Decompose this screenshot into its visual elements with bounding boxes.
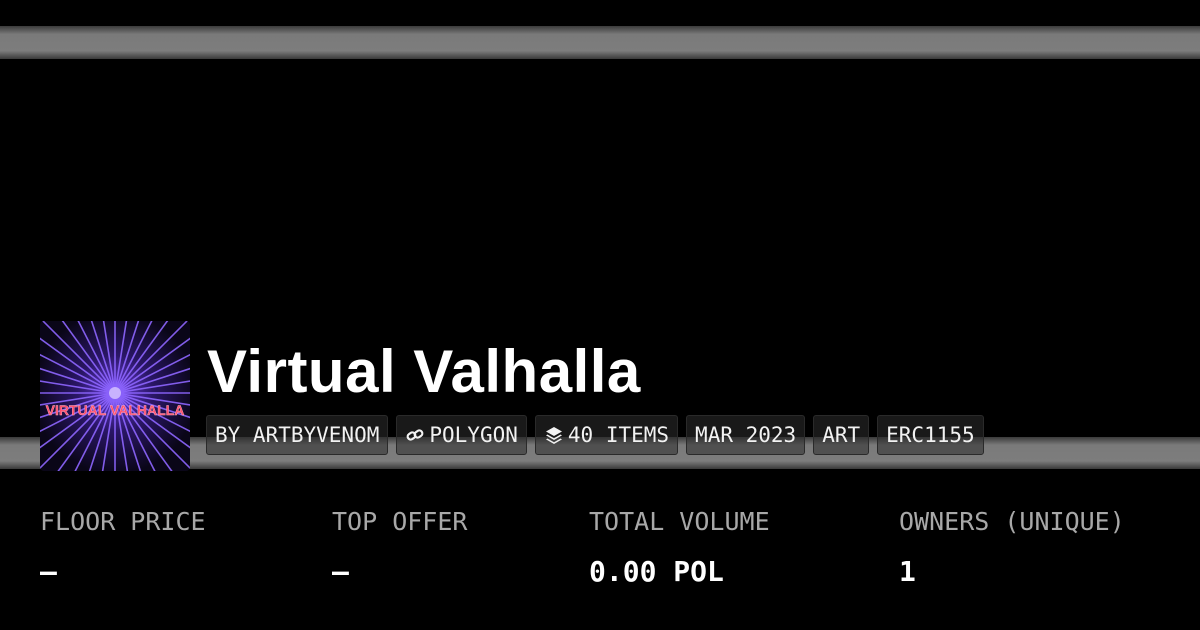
stat-total-volume-value: 0.00 POL <box>589 555 724 588</box>
stat-floor-price: FLOOR PRICE – <box>40 505 206 588</box>
layers-icon <box>544 425 564 445</box>
tag-standard: ERC1155 <box>877 415 984 455</box>
tag-items[interactable]: 40 ITEMS <box>534 415 679 455</box>
stat-top-offer-label: TOP OFFER <box>332 507 468 536</box>
tag-chain[interactable]: POLYGON <box>396 415 527 455</box>
stat-owners: OWNERS (UNIQUE) 1 <box>899 505 1125 588</box>
stat-floor-price-label: FLOOR PRICE <box>40 507 206 536</box>
tag-category-label: ART <box>822 423 861 447</box>
tag-date: MAR 2023 <box>686 415 806 455</box>
tag-items-label: 40 ITEMS <box>567 423 670 447</box>
collection-tags: BY ARTBYVENOM POLYGON 40 ITEMS MAR 2023 … <box>206 415 984 455</box>
tag-date-label: MAR 2023 <box>695 423 797 447</box>
collection-avatar: VIRTUAL VALHALLA <box>40 321 190 471</box>
tag-standard-label: ERC1155 <box>886 423 975 447</box>
link-icon <box>405 425 425 445</box>
tag-creator-label: BY ARTBYVENOM <box>215 423 380 447</box>
tag-category[interactable]: ART <box>813 415 870 455</box>
collection-title: Virtual Valhalla <box>207 338 641 405</box>
stat-total-volume-label: TOTAL VOLUME <box>589 507 770 536</box>
stat-floor-price-value: – <box>40 555 57 588</box>
tag-creator[interactable]: BY ARTBYVENOM <box>206 415 389 455</box>
stat-top-offer: TOP OFFER – <box>332 505 467 588</box>
stat-top-offer-value: – <box>332 555 349 588</box>
stat-owners-value: 1 <box>899 555 916 588</box>
avatar-artwork: VIRTUAL VALHALLA <box>40 321 190 471</box>
stat-owners-label: OWNERS (UNIQUE) <box>899 507 1125 536</box>
stat-total-volume: TOTAL VOLUME 0.00 POL <box>589 505 770 588</box>
banner-stripe-top <box>0 26 1200 59</box>
tag-chain-label: POLYGON <box>429 423 518 447</box>
avatar-logo-text: VIRTUAL VALHALLA <box>46 402 185 418</box>
